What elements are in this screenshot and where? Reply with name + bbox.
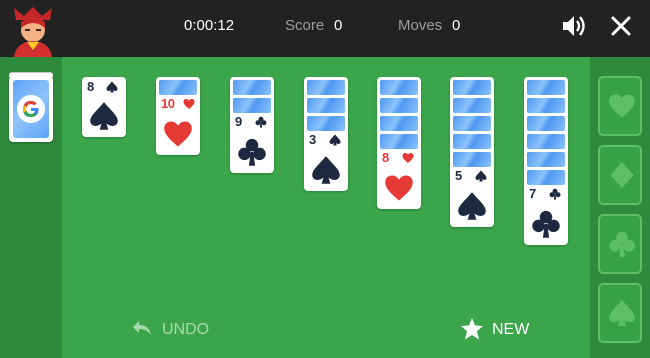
card-back <box>527 152 565 167</box>
google-g-logo <box>17 95 45 123</box>
card-back <box>453 98 491 113</box>
jester-avatar-icon <box>14 7 52 57</box>
card-rank: 10 <box>161 96 175 111</box>
card-back <box>380 98 418 113</box>
undo-label: UNDO <box>162 321 210 338</box>
club-icon <box>532 210 560 238</box>
card-rank: 9 <box>235 114 242 129</box>
club-icon <box>238 138 266 166</box>
card-rank: 7 <box>529 186 536 201</box>
card-back <box>159 80 197 95</box>
card-back <box>307 98 345 113</box>
card-rank: 3 <box>309 132 316 147</box>
spade-icon <box>609 300 635 326</box>
card-back <box>380 80 418 95</box>
heart-icon <box>164 121 192 147</box>
stock-pile[interactable] <box>9 73 53 142</box>
tableau-card[interactable]: 8 <box>82 77 126 137</box>
tableau-card[interactable]: 9 <box>230 77 274 173</box>
spade-icon <box>329 134 341 146</box>
tableau-card[interactable]: 8 <box>377 77 421 209</box>
club-icon <box>609 231 635 257</box>
spade-icon <box>458 192 486 220</box>
card-back <box>527 134 565 149</box>
card-back <box>527 98 565 113</box>
tableau-card[interactable]: 7 <box>524 77 568 245</box>
star-icon <box>461 318 483 340</box>
card-back <box>453 134 491 149</box>
card-back <box>527 170 565 185</box>
card-back <box>380 116 418 131</box>
card-back <box>307 80 345 95</box>
card-back <box>453 116 491 131</box>
card-rank: 5 <box>455 168 462 183</box>
tableau-card[interactable]: 3 <box>304 77 348 191</box>
heart-icon <box>609 94 635 118</box>
foundation-diamond[interactable] <box>598 145 642 205</box>
heart-icon <box>183 99 195 109</box>
card-back <box>453 152 491 167</box>
spade-icon <box>312 156 340 184</box>
foundation-spade[interactable] <box>598 283 642 343</box>
heart-icon <box>385 175 413 201</box>
tableau-card[interactable]: 5 <box>450 77 494 227</box>
card-back <box>453 80 491 95</box>
speaker-icon[interactable] <box>560 12 588 40</box>
card-rank: 8 <box>382 150 389 165</box>
heart-icon <box>402 153 414 163</box>
moves-value: 0 <box>452 17 461 34</box>
tableau-card[interactable]: 10 <box>156 77 200 155</box>
card-back <box>307 116 345 131</box>
spade-icon <box>90 102 118 130</box>
club-icon <box>255 116 267 128</box>
card-back <box>380 134 418 149</box>
top-bar: 0:00:12 Score 0 Moves 0 <box>0 0 650 57</box>
stock-pile-edge <box>9 73 53 77</box>
close-icon[interactable] <box>607 12 635 40</box>
card-back <box>233 80 271 95</box>
card-rank: 8 <box>87 79 94 94</box>
score-value: 0 <box>334 17 343 34</box>
spade-icon <box>475 170 487 182</box>
moves-label: Moves <box>398 17 443 34</box>
club-icon <box>549 188 561 200</box>
new-label: NEW <box>492 321 530 338</box>
spade-icon <box>106 81 118 93</box>
foundation-club[interactable] <box>598 214 642 274</box>
diamond-icon <box>610 162 634 188</box>
card-back <box>527 116 565 131</box>
undo-icon <box>133 321 151 335</box>
timer: 0:00:12 <box>184 17 235 34</box>
card-back <box>233 98 271 113</box>
score-label: Score <box>285 17 325 34</box>
card-back <box>527 80 565 95</box>
foundation-heart[interactable] <box>598 76 642 136</box>
